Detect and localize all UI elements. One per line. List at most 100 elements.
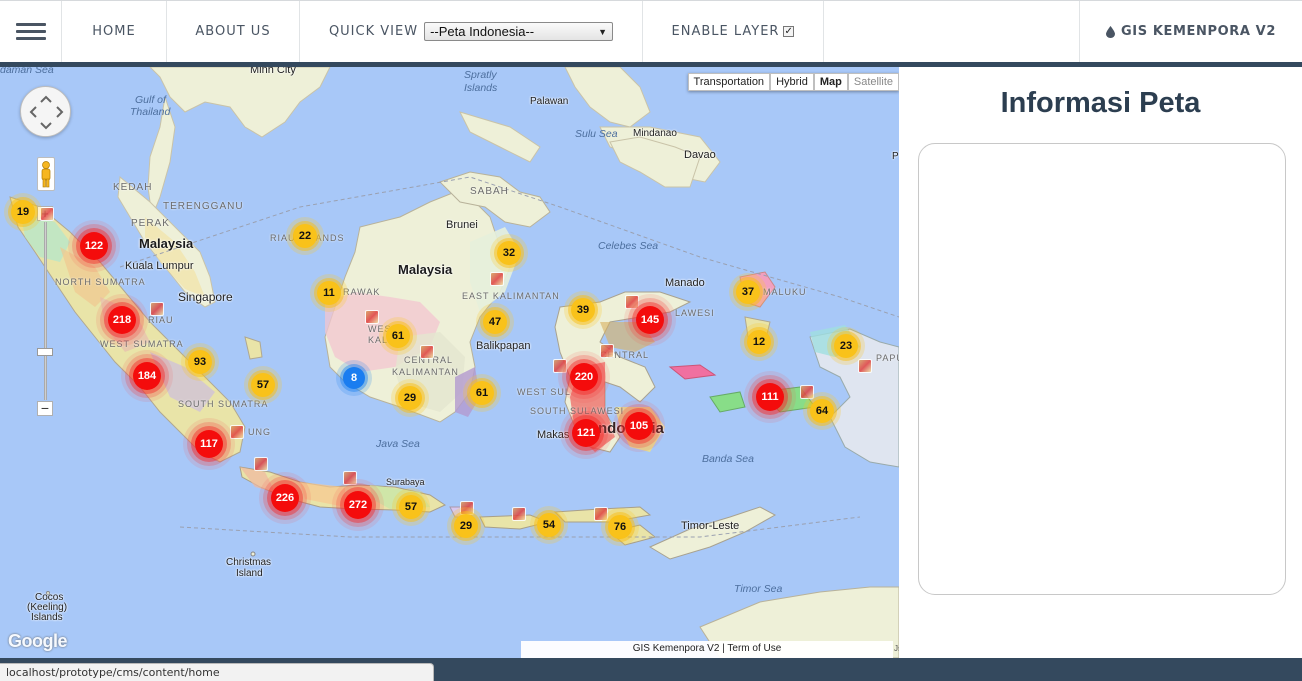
nav-home-link[interactable]: HOME bbox=[62, 1, 167, 62]
map-photo-pin[interactable] bbox=[625, 295, 639, 309]
zoom-slider-track[interactable] bbox=[44, 222, 47, 400]
cluster-marker-122[interactable]: 122 bbox=[80, 232, 108, 260]
map-canvas[interactable]: daman Sea Minh City Spratly Islands Gulf… bbox=[0, 67, 899, 658]
map-label-north-maluku: MALUKU bbox=[763, 287, 807, 297]
map-photo-pin[interactable] bbox=[553, 359, 567, 373]
cluster-marker-23[interactable]: 23 bbox=[834, 334, 858, 358]
map-photo-pin[interactable] bbox=[40, 207, 54, 221]
cluster-marker-226[interactable]: 226 bbox=[271, 484, 299, 512]
map-label-malaysia-east: Malaysia bbox=[398, 262, 453, 277]
pan-control[interactable] bbox=[20, 86, 71, 137]
street-view-pegman[interactable] bbox=[37, 157, 55, 191]
map-label-terengganu: TERENGGANU bbox=[163, 201, 244, 212]
panel-title: Informasi Peta bbox=[1000, 87, 1201, 119]
map-photo-pin[interactable] bbox=[490, 272, 504, 286]
map-photo-pin[interactable] bbox=[150, 302, 164, 316]
map-photo-pin[interactable] bbox=[600, 344, 614, 358]
cluster-marker-121[interactable]: 121 bbox=[572, 419, 600, 447]
map-label-timor-leste: Timor-Leste bbox=[681, 520, 740, 532]
cluster-marker-29b[interactable]: 29 bbox=[454, 514, 478, 538]
map-label-riau: RIAU bbox=[148, 315, 174, 325]
dropdown-arrow-icon: ▼ bbox=[598, 26, 608, 37]
attribution-name: GIS Kemenpora V2 bbox=[632, 643, 720, 654]
map-label-central-kalimantan-2: KALIMANTAN bbox=[392, 367, 459, 377]
pegman-icon bbox=[41, 161, 51, 188]
map-label-south-sumatra: SOUTH SUMATRA bbox=[178, 399, 269, 409]
cluster-marker-61[interactable]: 61 bbox=[386, 324, 410, 348]
map-photo-pin[interactable] bbox=[512, 507, 526, 521]
map-photo-pin[interactable] bbox=[365, 310, 379, 324]
cluster-marker-32[interactable]: 32 bbox=[497, 241, 521, 265]
map-photo-pin[interactable] bbox=[254, 457, 268, 471]
map-photo-pin[interactable] bbox=[230, 425, 244, 439]
cluster-marker-47[interactable]: 47 bbox=[483, 310, 507, 334]
cluster-marker-93[interactable]: 93 bbox=[188, 350, 212, 374]
cluster-marker-19[interactable]: 19 bbox=[11, 200, 35, 224]
map-label-sulu-sea: Sulu Sea bbox=[575, 128, 618, 140]
map-photo-pin[interactable] bbox=[343, 471, 357, 485]
cluster-marker-12[interactable]: 12 bbox=[747, 330, 771, 354]
map-type-hybrid-button[interactable]: Hybrid bbox=[770, 73, 814, 91]
nav-about-link[interactable]: ABOUT US bbox=[167, 1, 300, 62]
cluster-marker-39[interactable]: 39 bbox=[571, 298, 595, 322]
app-root: HOME ABOUT US QUICK VIEW --Peta Indonesi… bbox=[0, 0, 1302, 681]
cluster-marker-61b[interactable]: 61 bbox=[470, 381, 494, 405]
cluster-marker-22[interactable]: 22 bbox=[293, 224, 317, 248]
terms-of-use-link[interactable]: Term of Use bbox=[727, 643, 781, 654]
top-navbar: HOME ABOUT US QUICK VIEW --Peta Indonesi… bbox=[0, 0, 1302, 62]
map-type-map-button[interactable]: Map bbox=[813, 73, 848, 91]
map-label-surabaya: Surabaya bbox=[386, 477, 425, 487]
attribution-separator: | bbox=[722, 643, 725, 654]
map-type-transportation-button[interactable]: Transportation bbox=[687, 73, 771, 91]
cluster-marker-218[interactable]: 218 bbox=[108, 306, 136, 334]
zoom-slider-handle[interactable] bbox=[37, 348, 53, 356]
cluster-marker-117[interactable]: 117 bbox=[195, 430, 223, 458]
cluster-marker-8[interactable]: 8 bbox=[343, 367, 365, 389]
cluster-marker-184[interactable]: 184 bbox=[133, 362, 161, 390]
map-label-celebes-sea: Celebes Sea bbox=[598, 240, 659, 252]
quick-view-select[interactable]: --Peta Indonesia-- ▼ bbox=[424, 22, 614, 41]
map-label-west-sulawesi: WEST SUL bbox=[517, 387, 571, 397]
cluster-marker-29[interactable]: 29 bbox=[398, 386, 422, 410]
map-label-davao: Davao bbox=[684, 149, 716, 161]
cluster-marker-64[interactable]: 64 bbox=[810, 399, 834, 423]
map-label-west-sumatra: WEST SUMATRA bbox=[100, 339, 184, 349]
map-label-malaysia-west: Malaysia bbox=[139, 236, 194, 251]
enable-layer-checkbox[interactable]: ✓ bbox=[783, 26, 795, 37]
cluster-marker-272[interactable]: 272 bbox=[344, 491, 372, 519]
cluster-marker-76[interactable]: 76 bbox=[608, 515, 632, 539]
cluster-marker-105[interactable]: 105 bbox=[625, 412, 653, 440]
brand[interactable]: GIS KEMENPORA V2 bbox=[1080, 1, 1302, 62]
map-label-spratly-islands: Islands bbox=[464, 82, 498, 94]
map-label-palawan: Palawan bbox=[530, 96, 569, 107]
cluster-marker-11[interactable]: 11 bbox=[317, 281, 341, 305]
map-photo-pin[interactable] bbox=[800, 385, 814, 399]
enable-layer-toggle[interactable]: ENABLE LAYER ✓ bbox=[643, 1, 824, 62]
nav-spacer bbox=[824, 1, 1080, 62]
menu-toggle-button[interactable] bbox=[0, 1, 62, 62]
map-type-satellite-button[interactable]: Satellite bbox=[847, 73, 899, 91]
drop-icon bbox=[1106, 25, 1116, 38]
map-label-east-kalimantan: EAST KALIMANTAN bbox=[462, 291, 560, 301]
cluster-marker-37[interactable]: 37 bbox=[736, 280, 760, 304]
hamburger-icon-bar bbox=[15, 23, 46, 26]
pan-arrows-icon bbox=[29, 95, 64, 130]
map-photo-pin[interactable] bbox=[594, 507, 608, 521]
cluster-marker-220[interactable]: 220 bbox=[570, 363, 598, 391]
zoom-out-button[interactable]: − bbox=[37, 401, 53, 416]
cluster-marker-111[interactable]: 111 bbox=[756, 383, 784, 411]
enable-layer-label: ENABLE LAYER bbox=[671, 24, 780, 39]
cluster-marker-57b[interactable]: 57 bbox=[399, 495, 423, 519]
map-label-sulawesi: LAWESI bbox=[675, 308, 715, 318]
cluster-marker-145[interactable]: 145 bbox=[636, 306, 664, 334]
map-photo-pin[interactable] bbox=[460, 501, 474, 515]
map-photo-pin[interactable] bbox=[420, 345, 434, 359]
map-label-andaman-sea: daman Sea bbox=[0, 67, 54, 76]
map-label-christmas: Christmas bbox=[226, 557, 272, 568]
cluster-marker-54[interactable]: 54 bbox=[537, 513, 561, 537]
map-label-sarawak: RAWAK bbox=[343, 287, 381, 297]
map-photo-pin[interactable] bbox=[858, 359, 872, 373]
cluster-marker-57[interactable]: 57 bbox=[251, 373, 275, 397]
google-logo[interactable]: Google bbox=[8, 631, 68, 652]
info-panel: Informasi Peta bbox=[899, 67, 1302, 658]
